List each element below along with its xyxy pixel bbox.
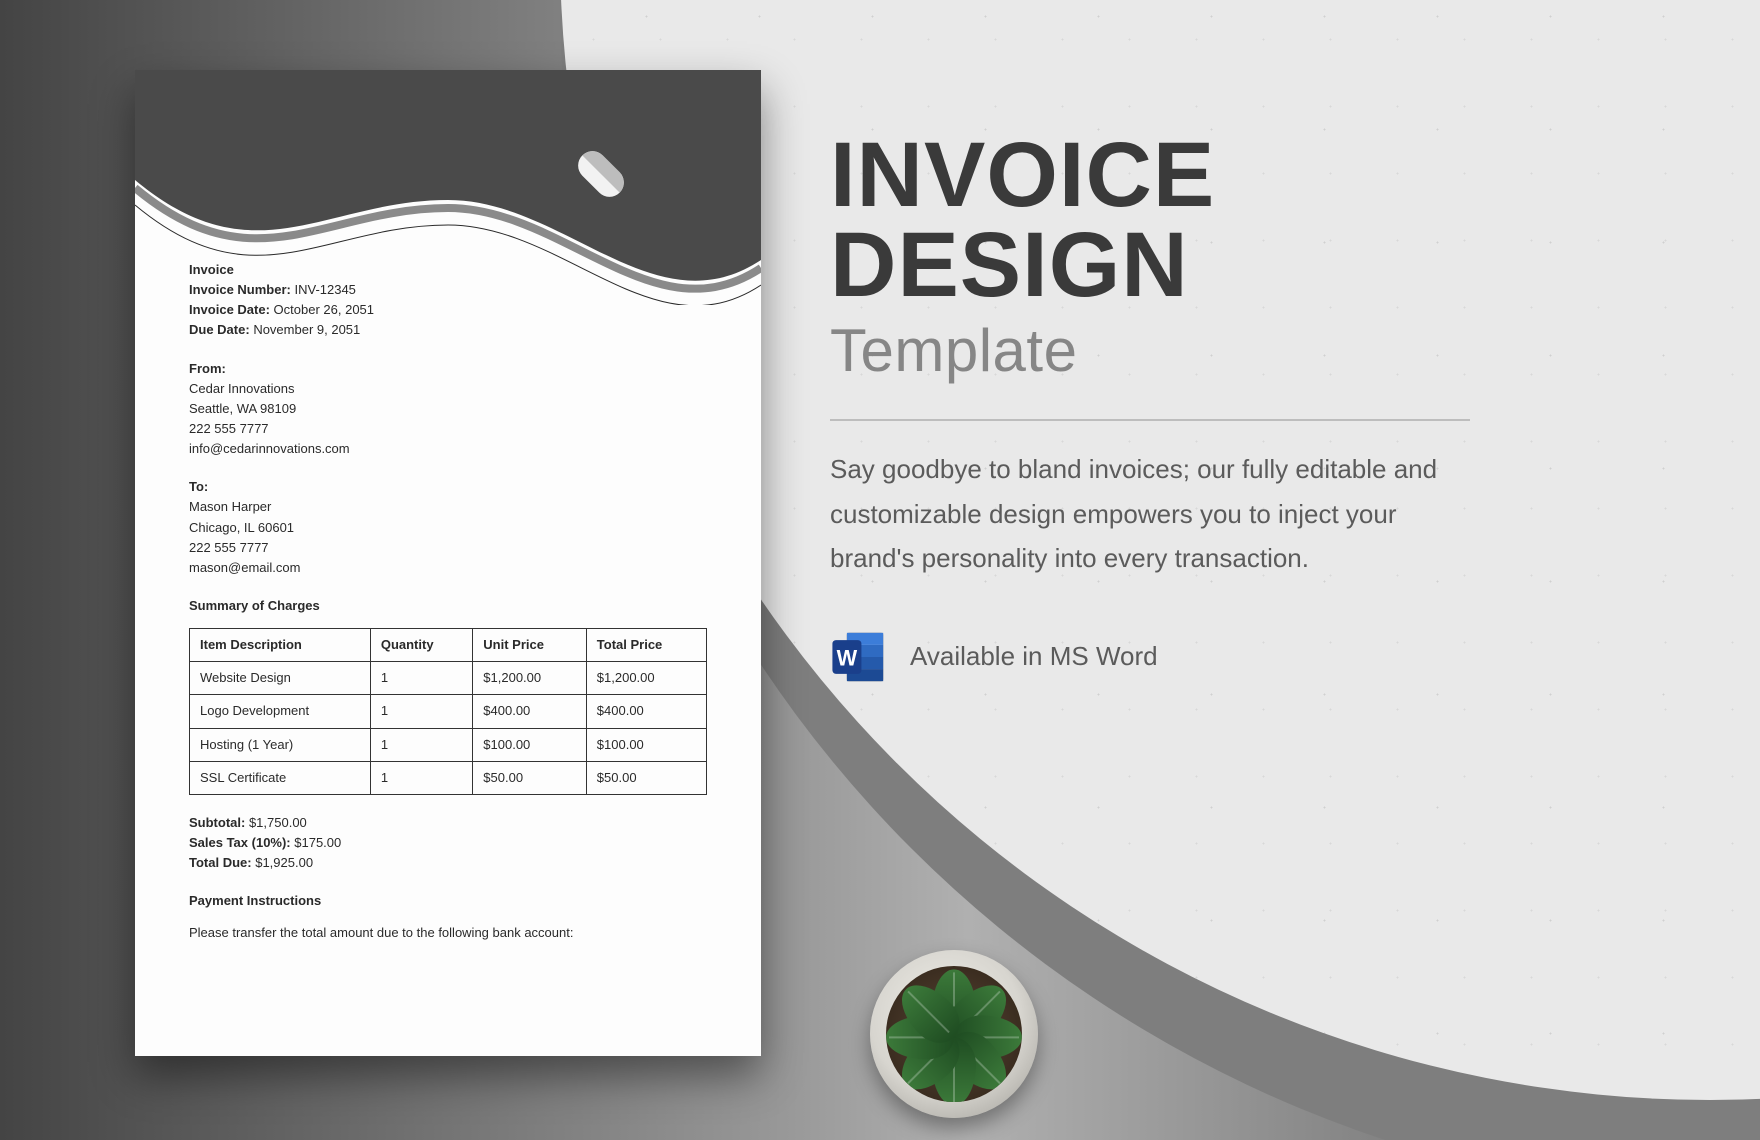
table-header-row: Item Description Quantity Unit Price Tot… — [190, 629, 707, 662]
promo-title: INVOICE DESIGN — [830, 130, 1470, 310]
summary-title: Summary of Charges — [189, 596, 707, 616]
company-logo-icon — [565, 138, 637, 210]
promo-subtitle: Template — [830, 316, 1470, 385]
item-unit: $100.00 — [473, 728, 587, 761]
payment-heading: Payment Instructions — [189, 891, 707, 911]
subtotal-value: $1,750.00 — [249, 815, 307, 830]
table-row: SSL Certificate 1 $50.00 $50.00 — [190, 761, 707, 794]
item-unit: $50.00 — [473, 761, 587, 794]
from-address: Seattle, WA 98109 — [189, 399, 707, 419]
tax-label: Sales Tax (10%): — [189, 835, 291, 850]
item-total: $1,200.00 — [586, 662, 706, 695]
item-qty: 1 — [370, 662, 472, 695]
item-qty: 1 — [370, 695, 472, 728]
available-label: Available in MS Word — [910, 641, 1158, 672]
ms-word-icon: W — [830, 628, 888, 686]
due-date-value: November 9, 2051 — [253, 322, 360, 337]
from-name: Cedar Innovations — [189, 379, 707, 399]
from-email: info@cedarinnovations.com — [189, 439, 707, 459]
item-desc: Logo Development — [190, 695, 371, 728]
item-desc: Website Design — [190, 662, 371, 695]
from-label: From: — [189, 359, 707, 379]
item-desc: SSL Certificate — [190, 761, 371, 794]
promo-description: Say goodbye to bland invoices; our fully… — [830, 447, 1470, 580]
due-date-label: Due Date: — [189, 322, 250, 337]
totals-block: Subtotal: $1,750.00 Sales Tax (10%): $17… — [189, 813, 707, 873]
from-block: From: Cedar Innovations Seattle, WA 9810… — [189, 359, 707, 460]
invoice-page: Invoice Invoice Number: INV-12345 Invoic… — [135, 70, 761, 1056]
subtotal-label: Subtotal: — [189, 815, 245, 830]
tax-value: $175.00 — [294, 835, 341, 850]
table-row: Website Design 1 $1,200.00 $1,200.00 — [190, 662, 707, 695]
divider — [830, 419, 1470, 421]
col-desc: Item Description — [190, 629, 371, 662]
from-phone: 222 555 7777 — [189, 419, 707, 439]
promo-panel: INVOICE DESIGN Template Say goodbye to b… — [830, 130, 1470, 686]
to-name: Mason Harper — [189, 497, 707, 517]
to-phone: 222 555 7777 — [189, 538, 707, 558]
decorative-plant — [870, 950, 1038, 1118]
promo-title-line1: INVOICE — [830, 124, 1215, 226]
invoice-date-value: October 26, 2051 — [274, 302, 374, 317]
invoice-heading: Invoice — [189, 260, 707, 280]
invoice-number-label: Invoice Number: — [189, 282, 291, 297]
item-qty: 1 — [370, 728, 472, 761]
item-unit: $400.00 — [473, 695, 587, 728]
item-total: $100.00 — [586, 728, 706, 761]
item-desc: Hosting (1 Year) — [190, 728, 371, 761]
item-total: $50.00 — [586, 761, 706, 794]
available-row: W Available in MS Word — [830, 628, 1470, 686]
payment-text: Please transfer the total amount due to … — [189, 923, 707, 943]
invoice-meta: Invoice Invoice Number: INV-12345 Invoic… — [189, 260, 707, 341]
stage: INVOICE DESIGN Template Say goodbye to b… — [0, 0, 1760, 1140]
col-unit: Unit Price — [473, 629, 587, 662]
col-qty: Quantity — [370, 629, 472, 662]
to-email: mason@email.com — [189, 558, 707, 578]
total-due-label: Total Due: — [189, 855, 252, 870]
items-table: Item Description Quantity Unit Price Tot… — [189, 628, 707, 795]
promo-title-line2: DESIGN — [830, 214, 1189, 316]
to-block: To: Mason Harper Chicago, IL 60601 222 5… — [189, 477, 707, 578]
item-unit: $1,200.00 — [473, 662, 587, 695]
item-total: $400.00 — [586, 695, 706, 728]
table-row: Logo Development 1 $400.00 $400.00 — [190, 695, 707, 728]
invoice-body: Invoice Invoice Number: INV-12345 Invoic… — [189, 260, 707, 944]
total-due-value: $1,925.00 — [255, 855, 313, 870]
svg-text:W: W — [837, 645, 858, 670]
table-row: Hosting (1 Year) 1 $100.00 $100.00 — [190, 728, 707, 761]
item-qty: 1 — [370, 761, 472, 794]
col-total: Total Price — [586, 629, 706, 662]
plant-soil — [886, 966, 1022, 1102]
to-address: Chicago, IL 60601 — [189, 518, 707, 538]
invoice-number-value: INV-12345 — [294, 282, 355, 297]
to-label: To: — [189, 477, 707, 497]
invoice-date-label: Invoice Date: — [189, 302, 270, 317]
